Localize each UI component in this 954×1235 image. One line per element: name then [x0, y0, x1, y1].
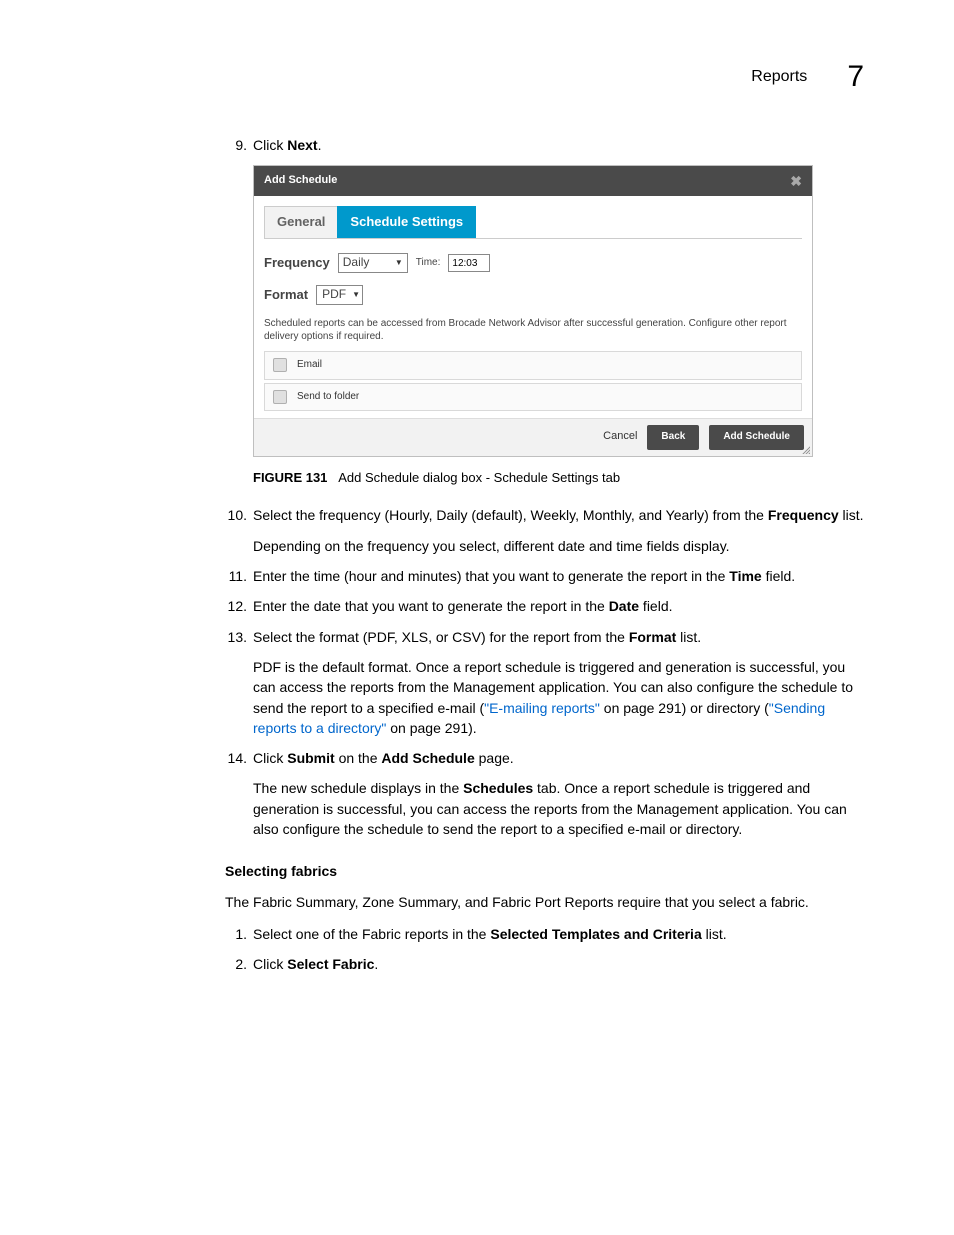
section-step-2: 2. Click Select Fabric.: [225, 954, 865, 974]
section-intro: The Fabric Summary, Zone Summary, and Fa…: [225, 892, 865, 912]
step-12: 12. Enter the date that you want to gene…: [225, 596, 865, 616]
header-section: Reports: [751, 68, 807, 86]
step-number: 1.: [225, 924, 253, 944]
page-header: Reports 7: [751, 60, 864, 94]
step-number: 12.: [225, 596, 253, 616]
step-number: 10.: [225, 505, 253, 525]
dialog-titlebar: Add Schedule ✖: [254, 166, 812, 196]
step-body: Select the format (PDF, XLS, or CSV) for…: [253, 627, 865, 647]
frequency-select[interactable]: Daily ▼: [338, 253, 408, 273]
dialog-actions: Cancel Back Add Schedule: [254, 418, 812, 456]
figure-caption: FIGURE 131 Add Schedule dialog box - Sch…: [253, 469, 865, 488]
checkbox-icon[interactable]: [273, 390, 287, 404]
tab-general[interactable]: General: [264, 206, 338, 238]
chevron-down-icon: ▼: [352, 289, 360, 301]
option-email-label: Email: [297, 358, 322, 373]
step-number: 14.: [225, 748, 253, 768]
close-icon[interactable]: ✖: [790, 174, 802, 188]
link-emailing-reports[interactable]: "E-mailing reports": [484, 700, 600, 716]
frequency-row: Frequency Daily ▼ Time:: [264, 253, 802, 273]
time-input[interactable]: [448, 254, 490, 272]
step-number: 11.: [225, 566, 253, 586]
option-folder-label: Send to folder: [297, 390, 359, 405]
add-schedule-dialog: Add Schedule ✖ General Schedule Settings…: [253, 165, 813, 456]
step-body: Enter the date that you want to generate…: [253, 596, 865, 616]
section-step-1: 1. Select one of the Fabric reports in t…: [225, 924, 865, 944]
format-row: Format PDF ▼: [264, 285, 802, 305]
format-select[interactable]: PDF ▼: [316, 285, 363, 305]
step-number: 9.: [225, 135, 253, 155]
step-9: 9. Click Next.: [225, 135, 865, 155]
chapter-number: 7: [847, 60, 864, 94]
dialog-title: Add Schedule: [264, 173, 337, 189]
add-schedule-button[interactable]: Add Schedule: [709, 425, 804, 450]
cancel-button[interactable]: Cancel: [603, 429, 637, 445]
section-heading-selecting-fabrics: Selecting fabrics: [225, 861, 865, 881]
step-10: 10. Select the frequency (Hourly, Daily …: [225, 505, 865, 525]
step-14: 14. Click Submit on the Add Schedule pag…: [225, 748, 865, 768]
dialog-tabs: General Schedule Settings: [264, 206, 802, 239]
step-body: Click Submit on the Add Schedule page.: [253, 748, 865, 768]
option-folder-row[interactable]: Send to folder: [264, 383, 802, 412]
step-body: Click Select Fabric.: [253, 954, 865, 974]
step-body: Select one of the Fabric reports in the …: [253, 924, 865, 944]
format-label: Format: [264, 286, 308, 305]
time-label: Time:: [416, 256, 441, 271]
step-11: 11. Enter the time (hour and minutes) th…: [225, 566, 865, 586]
step-14-sub: The new schedule displays in the Schedul…: [253, 778, 865, 839]
checkbox-icon[interactable]: [273, 358, 287, 372]
step-body: Select the frequency (Hourly, Daily (def…: [253, 505, 865, 525]
frequency-label: Frequency: [264, 254, 330, 273]
step-body: Click Next.: [253, 135, 865, 155]
back-button[interactable]: Back: [647, 425, 699, 450]
step-number: 13.: [225, 627, 253, 647]
tab-schedule-settings[interactable]: Schedule Settings: [337, 206, 476, 238]
step-13: 13. Select the format (PDF, XLS, or CSV)…: [225, 627, 865, 647]
step-number: 2.: [225, 954, 253, 974]
step-10-sub: Depending on the frequency you select, d…: [253, 536, 865, 556]
step-13-sub: PDF is the default format. Once a report…: [253, 657, 865, 738]
option-email-row[interactable]: Email: [264, 351, 802, 380]
resize-grip-icon[interactable]: [800, 444, 810, 454]
dialog-info-text: Scheduled reports can be accessed from B…: [264, 317, 802, 343]
step-body: Enter the time (hour and minutes) that y…: [253, 566, 865, 586]
chevron-down-icon: ▼: [395, 257, 403, 269]
